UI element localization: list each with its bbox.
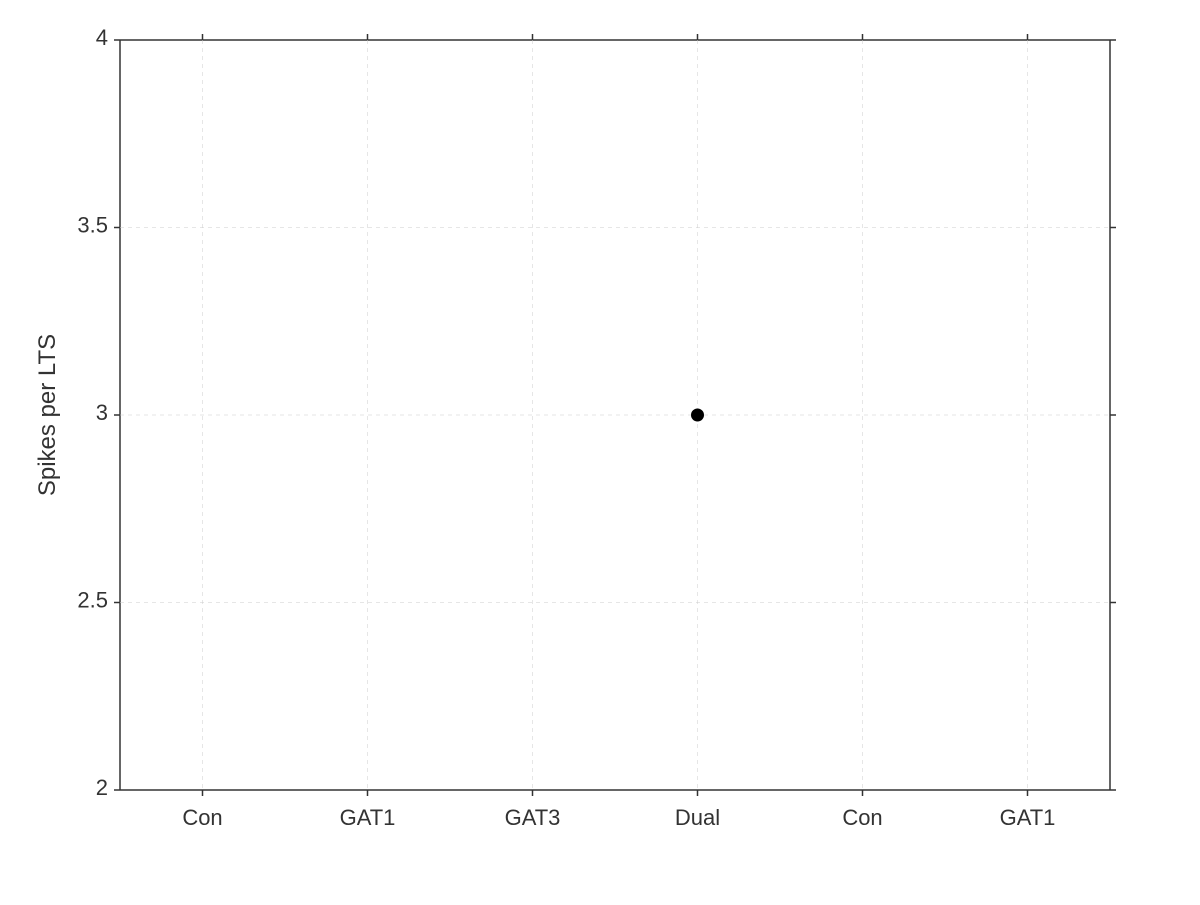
svg-text:GAT1: GAT1 (1000, 805, 1056, 830)
svg-text:Con: Con (842, 805, 882, 830)
svg-text:2.5: 2.5 (77, 588, 108, 613)
svg-text:3: 3 (96, 400, 108, 425)
svg-text:4: 4 (96, 25, 108, 50)
svg-text:3.5: 3.5 (77, 213, 108, 238)
svg-text:GAT3: GAT3 (505, 805, 561, 830)
svg-text:2: 2 (96, 775, 108, 800)
chart-svg: 2 2.5 3 3.5 4 Con GAT1 GAT3 Dual Con GAT1 Spikes pe… (0, 0, 1200, 900)
svg-text:Dual: Dual (675, 805, 720, 830)
svg-text:Spikes per LTS: Spikes per LTS (34, 334, 61, 496)
svg-text:Con: Con (182, 805, 222, 830)
svg-text:GAT1: GAT1 (340, 805, 396, 830)
chart-container: 2 2.5 3 3.5 4 Con GAT1 GAT3 Dual Con GAT1 Spikes pe… (0, 0, 1200, 900)
